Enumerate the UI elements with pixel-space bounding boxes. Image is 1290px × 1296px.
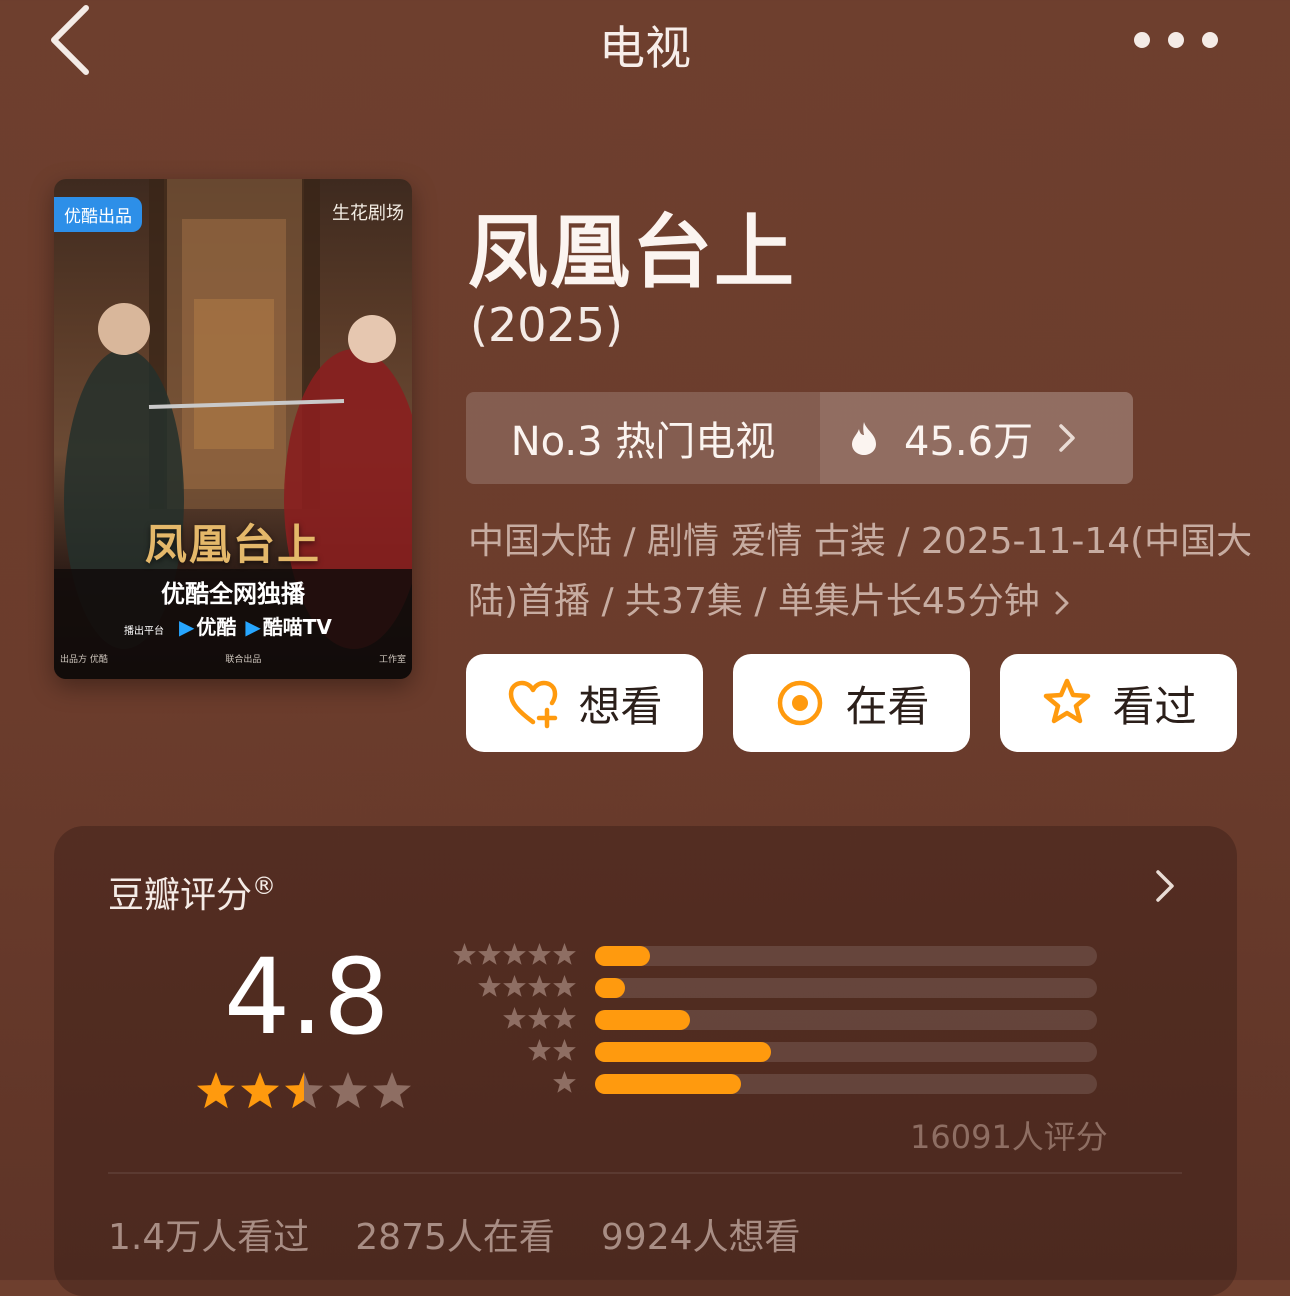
chevron-right-icon — [1059, 424, 1075, 452]
distribution-bar — [595, 978, 626, 998]
heat-section[interactable]: 45.6万 — [820, 392, 1133, 484]
distribution-row — [449, 1007, 1109, 1030]
meta-text: 中国大陆 / 剧情 爱情 古装 / 2025-11-14(中国大陆)首播 / 共… — [468, 521, 1253, 622]
distribution-bar — [595, 1074, 741, 1094]
rank-label: No.3 热门电视 — [466, 392, 820, 484]
distribution-bar — [595, 946, 651, 966]
stat-want[interactable]: 9924人想看 — [601, 1208, 801, 1260]
watching-label: 在看 — [845, 681, 930, 731]
rating-star — [329, 1072, 367, 1109]
distribution-row — [449, 1071, 1109, 1094]
poster-title: 凤凰台上 — [144, 520, 321, 569]
poster-badge: 优酷出品 — [54, 197, 142, 232]
poster-footer: 出品方 优酷 联合出品 工作室 — [60, 652, 406, 665]
flame-icon — [852, 422, 876, 455]
target-icon — [778, 680, 823, 726]
distribution-bar — [595, 1010, 691, 1030]
play-icon: ▶ — [245, 615, 261, 639]
rating-count: 16091人评分 — [910, 1118, 1108, 1156]
rating-stars — [197, 1072, 411, 1109]
chevron-right-icon[interactable] — [1154, 866, 1176, 906]
rating-label: 豆瓣评分® — [108, 866, 276, 918]
rating-star — [241, 1072, 279, 1109]
poster-platform-2: 酷喵TV — [262, 615, 332, 639]
distribution-bar — [595, 1042, 771, 1062]
rating-star — [197, 1072, 235, 1109]
rating-star — [285, 1072, 323, 1109]
distribution-row — [449, 943, 1109, 966]
show-meta[interactable]: 中国大陆 / 剧情 爱情 古装 / 2025-11-14(中国大陆)首播 / 共… — [468, 512, 1258, 632]
poster-studio: 生花剧场 — [332, 203, 404, 224]
chevron-right-icon — [1055, 591, 1069, 615]
want-label: 想看 — [578, 681, 663, 731]
distribution-row — [449, 975, 1109, 998]
poster-footer-right: 工作室 — [378, 655, 406, 665]
poster-footer-mid: 联合出品 — [225, 655, 262, 665]
watch-stats: 1.4万人看过 2875人在看 9924人想看 — [108, 1208, 801, 1260]
want-to-watch-button[interactable]: 想看 — [466, 654, 703, 752]
heart-plus-icon — [509, 680, 558, 729]
show-year: (2025) — [470, 298, 623, 352]
distribution-row — [449, 1039, 1109, 1062]
poster-tagline: 优酷全网独播 — [161, 580, 305, 608]
play-icon: ▶ — [178, 615, 195, 639]
distribution-track — [595, 978, 1097, 998]
distribution-track — [595, 1010, 1097, 1030]
watched-label: 看过 — [1112, 681, 1197, 731]
stat-watched[interactable]: 1.4万人看过 — [108, 1208, 309, 1260]
distribution-stars-icon — [553, 1071, 576, 1093]
poster-platform-1: 优酷 — [196, 615, 237, 639]
distribution-track — [595, 1074, 1097, 1094]
poster-platforms: 播出平台 ▶ 优酷 ▶ 酷喵TV — [124, 611, 332, 640]
poster-platform-label: 播出平台 — [124, 626, 164, 637]
watched-button[interactable]: 看过 — [1000, 654, 1237, 752]
show-title: 凤凰台上 — [468, 206, 796, 299]
heat-value: 45.6万 — [904, 419, 1034, 465]
stat-watching[interactable]: 2875人在看 — [355, 1208, 555, 1260]
more-icon[interactable] — [1128, 26, 1228, 54]
watching-button[interactable]: 在看 — [733, 654, 970, 752]
distribution-stars-icon — [478, 975, 576, 997]
rating-label-text: 豆瓣评分 — [108, 875, 253, 916]
page-title: 电视 — [599, 21, 691, 75]
distribution-track — [595, 1042, 1097, 1062]
distribution-stars-icon — [453, 943, 576, 965]
rank-pill[interactable]: No.3 热门电视 45.6万 — [466, 392, 1133, 484]
divider — [108, 1172, 1182, 1174]
distribution-stars-icon — [528, 1039, 576, 1061]
distribution-stars-icon — [503, 1007, 576, 1029]
poster-footer-left: 出品方 优酷 — [60, 655, 108, 665]
star-icon — [1044, 678, 1091, 724]
poster-image[interactable]: 优酷出品 生花剧场 凤凰台上 优酷全网独播 播出平台 ▶ 优酷 ▶ 酷喵TV 出品方… — [54, 179, 412, 679]
rating-score: 4.8 — [224, 936, 390, 1058]
rating-star — [373, 1072, 411, 1109]
registered-mark: ® — [252, 872, 277, 900]
distribution-track — [595, 946, 1097, 966]
douban-rating-card[interactable]: 豆瓣评分® 4.8 16091人评分 1.4万人看过 2875人在看 9924人… — [54, 826, 1237, 1296]
